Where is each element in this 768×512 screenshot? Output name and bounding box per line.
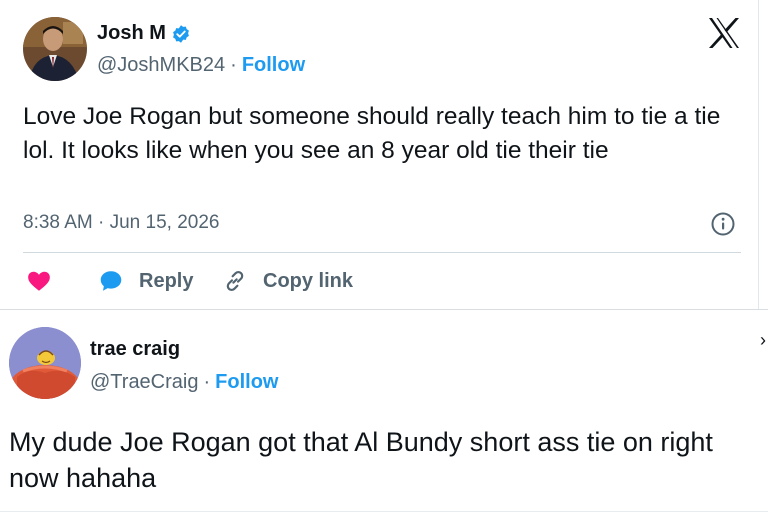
author-name-row: trae craig	[90, 338, 180, 361]
separator-dot: ·	[230, 54, 237, 76]
tweet-text: My dude Joe Rogan got that Al Bundy shor…	[9, 427, 713, 493]
timestamp[interactable]: 8:38 AM · Jun 15, 2026	[23, 212, 219, 234]
handle-row: @JoshMKB24 · Follow	[97, 54, 305, 77]
info-icon[interactable]	[710, 211, 736, 237]
overflow-caret-icon: ›	[760, 330, 766, 350]
display-name[interactable]: Josh M	[97, 22, 166, 45]
handle[interactable]: @JoshMKB24	[97, 54, 225, 77]
avatar[interactable]	[23, 17, 87, 81]
x-logo-icon[interactable]	[707, 17, 741, 49]
verified-badge-icon	[171, 24, 191, 44]
copy-link-button[interactable]: Copy link	[263, 270, 353, 293]
follow-button[interactable]: Follow	[242, 54, 305, 77]
reply-button[interactable]: Reply	[139, 270, 193, 293]
tweet-card-2: trae craig @TraeCraig · Follow › My dude…	[0, 309, 768, 512]
reply-bubble-icon[interactable]	[98, 268, 124, 294]
divider	[23, 252, 741, 253]
handle-row: @TraeCraig · Follow	[90, 371, 278, 394]
heart-icon[interactable]	[26, 268, 52, 294]
page: Josh M @JoshMKB24 · Follow Love Joe Roga…	[0, 0, 768, 512]
tweet-text: Love Joe Rogan but someone should really…	[23, 103, 721, 164]
timestamp-link[interactable]: 8:38 AM · Jun 15, 2026	[23, 212, 219, 234]
tweet-card-1: Josh M @JoshMKB24 · Follow Love Joe Roga…	[0, 0, 768, 309]
follow-button[interactable]: Follow	[215, 371, 278, 394]
link-icon[interactable]	[222, 268, 248, 294]
card-edge	[758, 0, 759, 309]
display-name[interactable]: trae craig	[90, 338, 180, 360]
separator-dot: ·	[203, 371, 211, 393]
avatar[interactable]	[9, 327, 81, 399]
handle[interactable]: @TraeCraig	[90, 371, 198, 394]
author-name-row: Josh M	[97, 22, 191, 45]
